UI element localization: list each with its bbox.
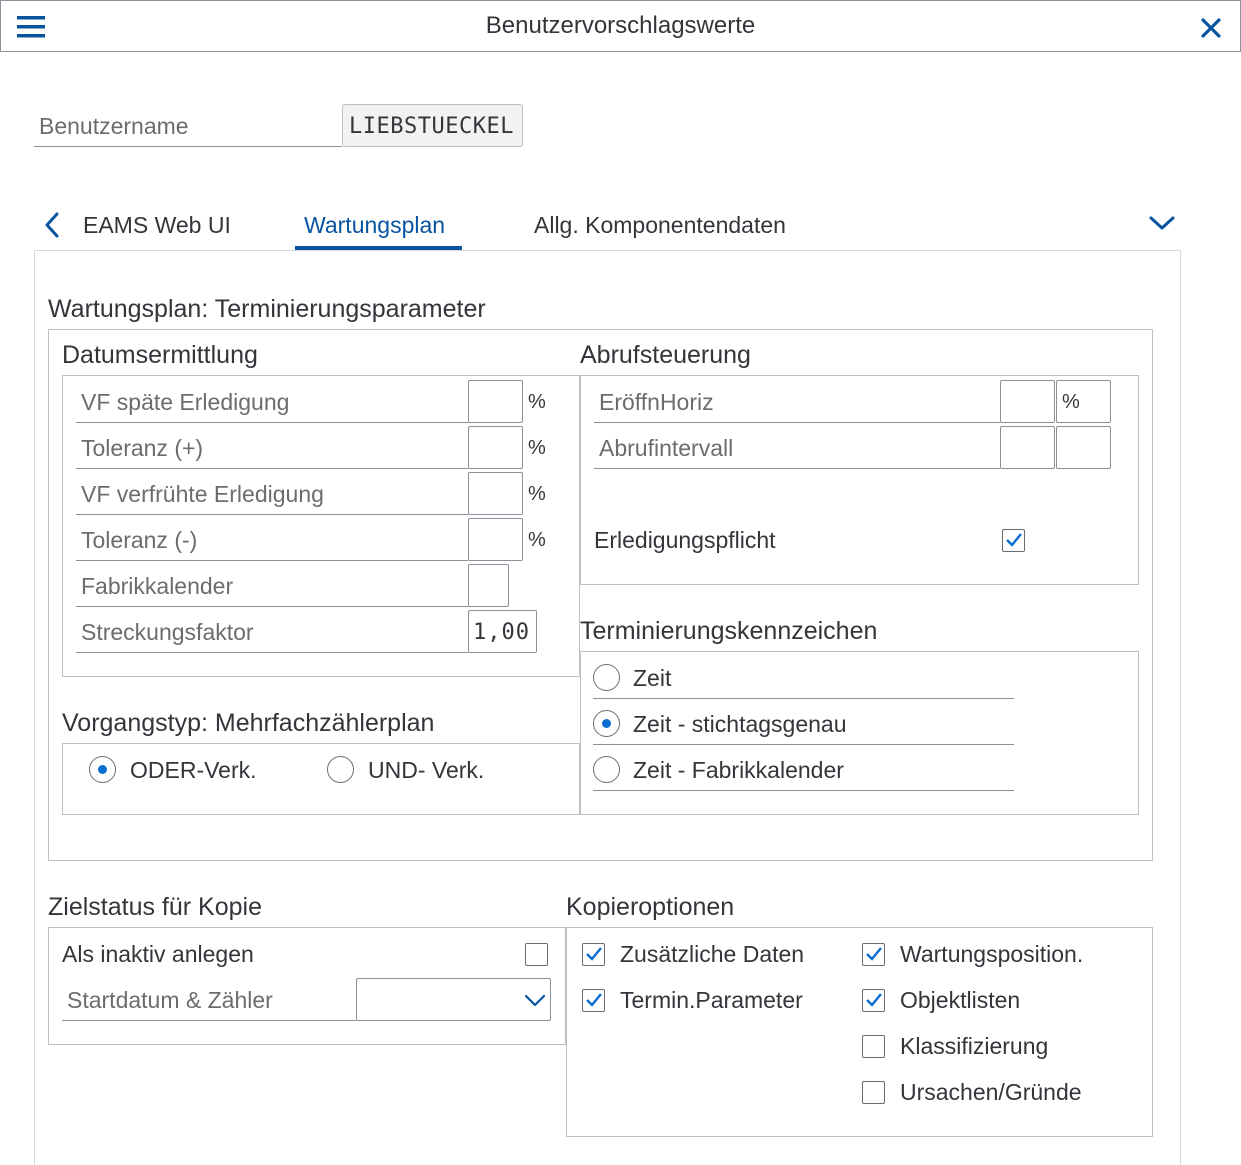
- ursachen-grunde-label: Ursachen/Gründe: [900, 1079, 1082, 1105]
- termin-parameter-checkbox[interactable]: [582, 989, 605, 1012]
- radio-zeit-underline: [593, 698, 1014, 699]
- radio-zeit-fabrikkalender[interactable]: [593, 756, 620, 783]
- toleranz-input[interactable]: [468, 426, 523, 469]
- wartungsposition-label: Wartungsposition.: [900, 941, 1084, 967]
- objektlisten-label: Objektlisten: [900, 987, 1021, 1013]
- klassifizierung-checkbox[interactable]: [862, 1035, 885, 1058]
- terminierungskennzeichen-title: Terminierungskennzeichen: [580, 617, 878, 645]
- abrufsteuerung-title: Abrufsteuerung: [580, 341, 751, 369]
- tab-wartungsplan[interactable]: Wartungsplan: [304, 212, 445, 238]
- vf-verfruhte-erledigung-underline: [76, 514, 468, 515]
- close-icon[interactable]: [1201, 18, 1221, 38]
- fabrikkalender-label: Fabrikkalender: [81, 573, 234, 599]
- username-underline: [34, 146, 342, 147]
- toleranz-input[interactable]: [468, 518, 523, 561]
- radio-oder-verk[interactable]: [89, 756, 116, 783]
- abrufintervall-label: Abrufintervall: [599, 435, 734, 461]
- wartungsposition-checkbox[interactable]: [862, 943, 885, 966]
- vorgangstyp-title: Vorgangstyp: Mehrfachzählerplan: [62, 709, 435, 737]
- abrufintervall-underline: [594, 468, 1000, 469]
- section-title: Wartungsplan: Terminierungsparameter: [48, 295, 486, 323]
- als-inaktiv-checkbox[interactable]: [525, 943, 548, 966]
- vf-spate-erledigung-input[interactable]: [468, 380, 523, 423]
- toleranz-unit: %: [528, 437, 546, 459]
- radio-zeit[interactable]: [593, 664, 620, 691]
- vf-spate-erledigung-unit: %: [528, 391, 546, 413]
- startdatum-label: Startdatum & Zähler: [67, 987, 273, 1013]
- radio-zeit-fabrikkalender-underline: [593, 790, 1014, 791]
- als-inaktiv-label: Als inaktiv anlegen: [62, 941, 254, 967]
- streckungsfaktor-value: 1,00: [473, 620, 530, 645]
- toleranz-label: Toleranz (+): [81, 435, 204, 461]
- erledigungspflicht-label: Erledigungspflicht: [594, 527, 776, 553]
- erledigungspflicht-checkbox[interactable]: [1002, 529, 1025, 552]
- radio-oder-verk-label: ODER-Verk.: [130, 757, 257, 783]
- radio-zeit-fabrikkalender-label: Zeit - Fabrikkalender: [633, 757, 844, 783]
- eroffnhoriz-label: EröffnHoriz: [599, 389, 714, 415]
- toleranz-underline: [76, 560, 468, 561]
- tab-scroll-left-icon[interactable]: [44, 212, 60, 238]
- eroffnhoriz-underline: [594, 422, 1000, 423]
- page-title: Benutzervorschlagswerte: [485, 12, 756, 39]
- toleranz-label: Toleranz (-): [81, 527, 198, 553]
- vf-spate-erledigung-underline: [76, 422, 468, 423]
- toleranz-underline: [76, 468, 468, 469]
- zusatzliche-daten-checkbox[interactable]: [582, 943, 605, 966]
- abrufintervall-input[interactable]: [1000, 426, 1055, 469]
- vf-spate-erledigung-label: VF späte Erledigung: [81, 389, 290, 415]
- kopieroptionen-title: Kopieroptionen: [566, 893, 735, 921]
- dropdown-chevron-down-icon[interactable]: [524, 994, 546, 1008]
- zielstatus-title: Zielstatus für Kopie: [48, 893, 262, 921]
- username-label: Benutzername: [39, 113, 189, 139]
- objektlisten-checkbox[interactable]: [862, 989, 885, 1012]
- toleranz-unit: %: [528, 529, 546, 551]
- streckungsfaktor-underline: [76, 652, 468, 653]
- fabrikkalender-underline: [76, 606, 468, 607]
- radio-zeit-stichtagsgenau-underline: [593, 744, 1014, 745]
- eroffnhoriz-unit: %: [1062, 391, 1080, 413]
- radio-zeit-stichtagsgenau-label: Zeit - stichtagsgenau: [633, 711, 847, 737]
- vf-verfruhte-erledigung-unit: %: [528, 483, 546, 505]
- ursachen-grunde-checkbox[interactable]: [862, 1081, 885, 1104]
- streckungsfaktor-label: Streckungsfaktor: [81, 619, 254, 645]
- vf-verfruhte-erledigung-input[interactable]: [468, 472, 523, 515]
- startdatum-underline: [62, 1020, 356, 1021]
- vf-verfruhte-erledigung-label: VF verfrühte Erledigung: [81, 481, 324, 507]
- radio-und-verk[interactable]: [327, 756, 354, 783]
- startdatum-dropdown[interactable]: [356, 978, 551, 1021]
- radio-zeit-stichtagsgenau[interactable]: [593, 710, 620, 737]
- tab-allg-komponentendaten[interactable]: Allg. Komponentendaten: [534, 212, 786, 238]
- eroffnhoriz-unit-input[interactable]: %: [1056, 380, 1111, 423]
- radio-und-verk-label: UND- Verk.: [368, 757, 485, 783]
- username-field[interactable]: LIEBSTUECKEL: [342, 104, 523, 147]
- radio-zeit-label: Zeit: [633, 665, 672, 691]
- abrufintervall-unit-input[interactable]: [1056, 426, 1111, 469]
- termin-parameter-label: Termin.Parameter: [620, 987, 803, 1013]
- zusatzliche-daten-label: Zusätzliche Daten: [620, 941, 805, 967]
- fabrikkalender-input[interactable]: [468, 564, 509, 607]
- klassifizierung-label: Klassifizierung: [900, 1033, 1049, 1059]
- tab-overflow-chevron-down-icon[interactable]: [1149, 215, 1175, 231]
- tab-eams-web-ui[interactable]: EAMS Web UI: [83, 212, 231, 238]
- datumsermittlung-title: Datumsermittlung: [62, 341, 258, 369]
- eroffnhoriz-input[interactable]: [1000, 380, 1055, 423]
- streckungsfaktor-input[interactable]: 1,00: [468, 610, 537, 653]
- username-value: LIEBSTUECKEL: [349, 114, 514, 139]
